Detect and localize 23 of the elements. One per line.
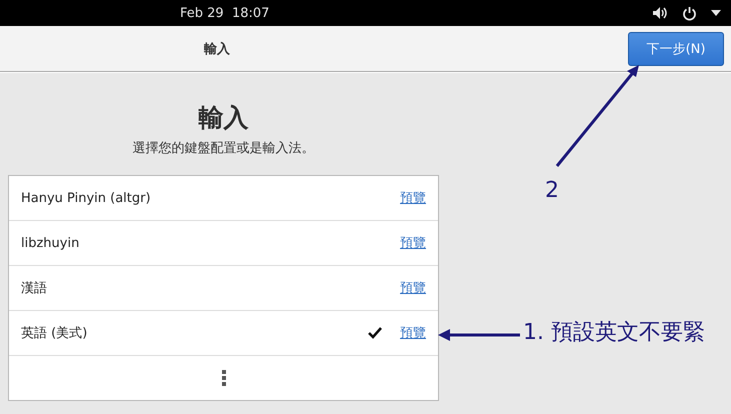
preview-link[interactable]: 預覽 <box>400 234 426 252</box>
annotation-label: 1. 預設英文不要緊 <box>523 320 705 346</box>
input-source-name: libzhuyin <box>21 236 80 250</box>
preview-link[interactable]: 預覽 <box>400 279 426 297</box>
input-source-row[interactable]: Hanyu Pinyin (altgr) 預覽 <box>9 176 438 221</box>
dropdown-arrow-icon[interactable] <box>711 10 721 16</box>
next-button[interactable]: 下一步(N) <box>628 32 724 66</box>
page-heading: 輸入 <box>198 102 250 134</box>
page-subtitle: 選擇您的鍵盤配置或是輸入法。 <box>132 140 316 158</box>
power-icon[interactable] <box>682 6 697 20</box>
more-options-icon[interactable] <box>222 370 226 386</box>
input-source-row[interactable]: libzhuyin 預覽 <box>9 221 438 266</box>
preview-link[interactable]: 預覽 <box>400 324 426 342</box>
input-source-name: 英語 (美式) <box>21 325 88 342</box>
header-title: 輸入 <box>204 40 230 58</box>
input-source-name: 漢語 <box>21 280 48 297</box>
input-source-name: Hanyu Pinyin (altgr) <box>21 190 152 206</box>
clock[interactable]: Feb 29 18:07 <box>180 6 270 20</box>
preview-link[interactable]: 預覽 <box>400 189 426 207</box>
volume-icon[interactable] <box>652 6 668 20</box>
annotation-label: 2 <box>545 178 559 204</box>
input-source-row[interactable]: 漢語 預覽 <box>9 266 438 311</box>
input-source-row[interactable]: 英語 (美式) 預覽 <box>9 311 438 356</box>
